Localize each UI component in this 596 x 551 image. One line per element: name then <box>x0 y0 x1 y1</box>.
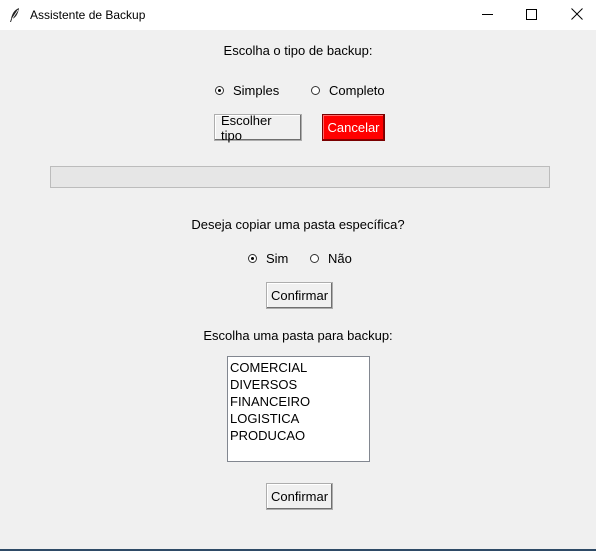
maximize-icon <box>525 8 537 23</box>
radio-label: Completo <box>329 83 385 98</box>
radio-label: Sim <box>266 251 289 266</box>
title-bar[interactable]: Assistente de Backup <box>0 0 596 30</box>
radio-label: Simples <box>233 83 280 98</box>
radio-label: Não <box>328 251 352 266</box>
radio-indicator <box>215 86 224 95</box>
radio-indicator <box>310 254 319 263</box>
folder-select-prompt: Escolha uma pasta para backup: <box>203 328 393 343</box>
minimize-icon <box>481 8 493 23</box>
list-item[interactable]: DIVERSOS <box>229 376 368 393</box>
backup-type-prompt: Escolha o tipo de backup: <box>223 43 373 58</box>
progress-bar <box>50 166 550 188</box>
backup-assistant-window: Assistente de Backup Escolha o tipo de b… <box>0 0 596 551</box>
list-item[interactable]: LOGISTICA <box>229 410 368 427</box>
radio-nao[interactable]: Não <box>310 251 352 266</box>
close-button[interactable] <box>554 0 596 30</box>
radio-sim[interactable]: Sim <box>248 251 288 266</box>
list-item[interactable]: FINANCEIRO <box>229 393 368 410</box>
radio-simples[interactable]: Simples <box>215 83 279 98</box>
minimize-button[interactable] <box>464 0 510 30</box>
radio-completo[interactable]: Completo <box>311 83 385 98</box>
feather-icon <box>8 7 22 23</box>
window-title: Assistente de Backup <box>30 8 146 22</box>
confirm-folder-button[interactable]: Confirmar <box>266 483 333 510</box>
copy-folder-prompt: Deseja copiar uma pasta específica? <box>191 217 405 232</box>
choose-type-button[interactable]: Escolher tipo <box>214 113 302 143</box>
folder-listbox[interactable]: COMERCIAL DIVERSOS FINANCEIRO LOGISTICA … <box>227 356 370 462</box>
confirm-copy-button[interactable]: Confirmar <box>266 282 333 309</box>
cancel-button[interactable]: Cancelar <box>322 114 385 141</box>
radio-indicator <box>311 86 320 95</box>
list-item[interactable]: PRODUCAO <box>229 427 368 444</box>
maximize-button[interactable] <box>508 0 554 30</box>
close-icon <box>571 7 583 23</box>
list-item[interactable]: COMERCIAL <box>229 359 368 376</box>
radio-indicator <box>248 254 257 263</box>
